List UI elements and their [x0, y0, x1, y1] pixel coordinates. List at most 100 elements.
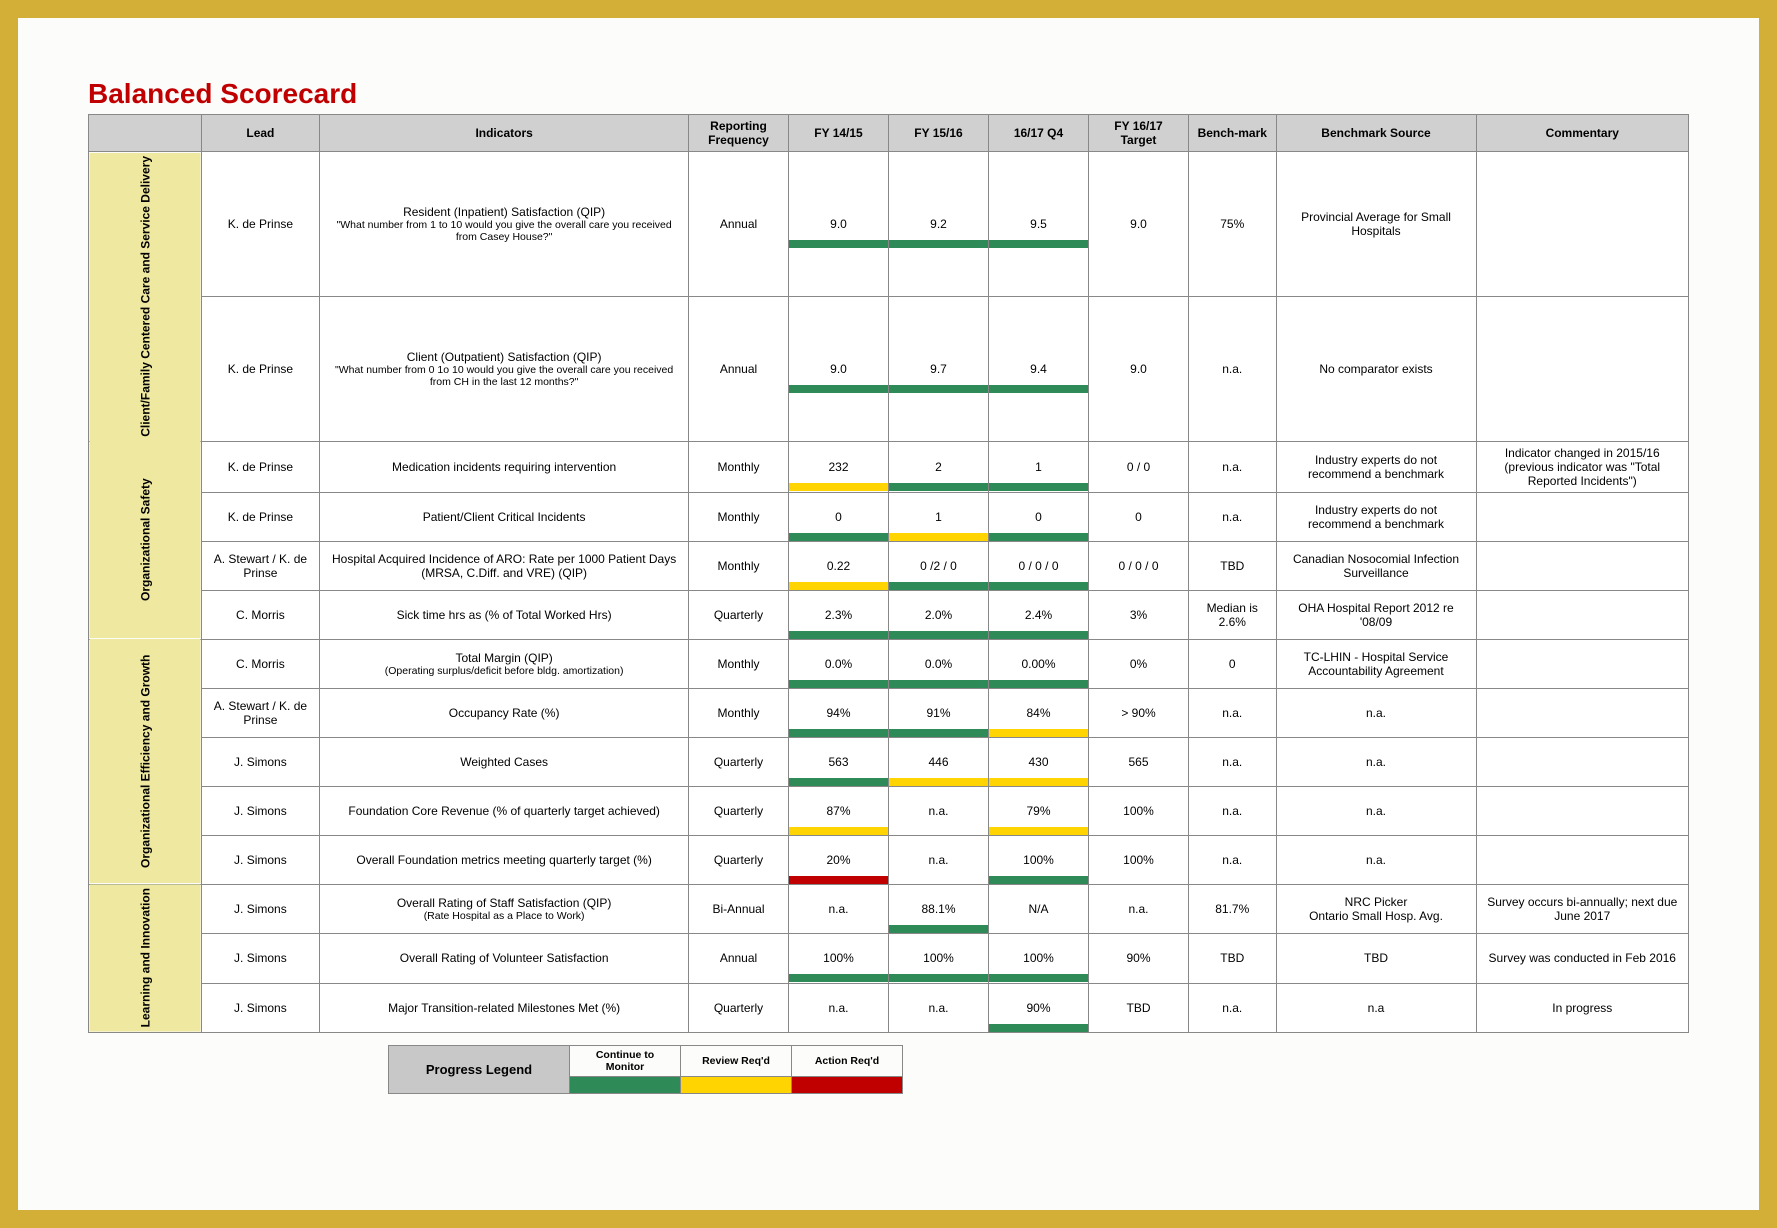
value-cell: 2.0% [889, 590, 989, 639]
status-bar [989, 533, 1088, 541]
status-bar [1089, 385, 1188, 393]
value-cell: 100% [1089, 835, 1189, 884]
value-cell: N/A [989, 884, 1089, 933]
freq-cell: Monthly [689, 541, 789, 590]
table-row: Organizational Efficiency and GrowthC. M… [89, 639, 1689, 688]
progress-legend: Progress Legend Continue to Monitor Revi… [388, 1045, 903, 1094]
freq-cell: Monthly [689, 492, 789, 541]
lead-cell: J. Simons [201, 983, 320, 1032]
legend-bar-yellow [681, 1077, 792, 1094]
indicator-cell: Overall Foundation metrics meeting quart… [320, 835, 689, 884]
value-cell: n.a. [889, 983, 989, 1032]
commentary-cell [1476, 152, 1689, 297]
value-text: 0 [1035, 510, 1042, 524]
value-cell: 9.0 [789, 296, 889, 441]
value-cell: 84% [989, 688, 1089, 737]
status-bar [789, 778, 888, 786]
value-cell: 20% [789, 835, 889, 884]
indicator-subtext: (Rate Hospital as a Place to Work) [326, 910, 682, 922]
page: Balanced Scorecard Lead Indicators Repor… [18, 18, 1759, 1210]
benchmark-source-cell: TC-LHIN - Hospital Service Accountabilit… [1276, 639, 1476, 688]
status-bar [789, 680, 888, 688]
commentary-cell: Survey occurs bi-annually; next due June… [1476, 884, 1689, 933]
value-text: 1 [935, 510, 942, 524]
status-bar [789, 729, 888, 737]
value-text: 90% [1126, 951, 1150, 965]
status-bar [989, 876, 1088, 884]
value-text: TBD [1127, 1001, 1151, 1015]
status-bar [1089, 483, 1188, 491]
value-cell: 100% [789, 934, 889, 983]
indicator-cell: Sick time hrs as (% of Total Worked Hrs) [320, 590, 689, 639]
lead-cell: J. Simons [201, 786, 320, 835]
freq-cell: Bi-Annual [689, 884, 789, 933]
header-fy1516: FY 15/16 [889, 115, 989, 152]
benchmark-source-cell: TBD [1276, 934, 1476, 983]
value-text: n.a. [828, 1001, 848, 1015]
freq-cell: Quarterly [689, 737, 789, 786]
status-bar [889, 240, 988, 248]
header-benchmark-source: Benchmark Source [1276, 115, 1476, 152]
indicator-subtext: "What number from 0 1o 10 would you give… [326, 364, 682, 388]
benchmark-cell: n.a. [1189, 835, 1277, 884]
value-cell: 9.7 [889, 296, 989, 441]
value-text: > 90% [1121, 706, 1155, 720]
benchmark-cell: 75% [1189, 152, 1277, 297]
indicator-subtext: "What number from 1 to 10 would you give… [326, 219, 682, 243]
status-bar [889, 778, 988, 786]
lead-cell: J. Simons [201, 934, 320, 983]
header-fy1617-target: FY 16/17 Target [1089, 115, 1189, 152]
commentary-cell [1476, 492, 1689, 541]
value-text: 446 [928, 755, 948, 769]
value-text: 430 [1028, 755, 1048, 769]
indicator-cell: Overall Rating of Volunteer Satisfaction [320, 934, 689, 983]
value-cell: 446 [889, 737, 989, 786]
indicator-cell: Patient/Client Critical Incidents [320, 492, 689, 541]
benchmark-source-cell: No comparator exists [1276, 296, 1476, 441]
value-text: n.a. [928, 1001, 948, 1015]
value-cell: 88.1% [889, 884, 989, 933]
value-text: 0 /2 / 0 [920, 559, 957, 573]
status-bar [989, 1024, 1088, 1032]
value-text: 88.1% [921, 902, 955, 916]
lead-cell: J. Simons [201, 835, 320, 884]
indicator-subtext: (Operating surplus/deficit before bldg. … [326, 665, 682, 677]
lead-cell: A. Stewart / K. de Prinse [201, 688, 320, 737]
value-text: n.a. [1128, 902, 1148, 916]
page-title: Balanced Scorecard [88, 78, 1689, 110]
freq-cell: Monthly [689, 639, 789, 688]
freq-cell: Quarterly [689, 835, 789, 884]
value-cell: 2.3% [789, 590, 889, 639]
value-cell: 0.22 [789, 541, 889, 590]
status-bar [1089, 680, 1188, 688]
value-cell: 0.00% [989, 639, 1089, 688]
benchmark-cell: n.a. [1189, 983, 1277, 1032]
value-cell: 9.2 [889, 152, 989, 297]
value-cell: 430 [989, 737, 1089, 786]
status-bar [889, 582, 988, 590]
indicator-cell: Overall Rating of Staff Satisfaction (QI… [320, 884, 689, 933]
lead-cell: A. Stewart / K. de Prinse [201, 541, 320, 590]
status-bar [989, 680, 1088, 688]
value-text: 9.0 [1130, 362, 1147, 376]
value-cell: 232 [789, 441, 889, 492]
freq-cell: Monthly [689, 441, 789, 492]
header-freq: Reporting Frequency [689, 115, 789, 152]
value-text: 2.0% [925, 608, 952, 622]
table-row: Organizational SafetyK. de PrinseMedicat… [89, 441, 1689, 492]
benchmark-source-cell: Industry experts do not recommend a benc… [1276, 441, 1476, 492]
value-cell: 90% [1089, 934, 1189, 983]
legend-bar-red [792, 1077, 903, 1094]
commentary-cell [1476, 590, 1689, 639]
benchmark-source-cell: OHA Hospital Report 2012 re '08/09 [1276, 590, 1476, 639]
value-cell: > 90% [1089, 688, 1189, 737]
status-bar [889, 631, 988, 639]
value-cell: 3% [1089, 590, 1189, 639]
category-label: Organizational Safety [89, 441, 202, 639]
commentary-cell [1476, 737, 1689, 786]
lead-cell: J. Simons [201, 737, 320, 786]
legend-bar-green [570, 1077, 681, 1094]
table-row: Client/Family Centered Care and Service … [89, 152, 1689, 297]
value-text: 9.0 [830, 362, 847, 376]
status-bar [889, 483, 988, 491]
